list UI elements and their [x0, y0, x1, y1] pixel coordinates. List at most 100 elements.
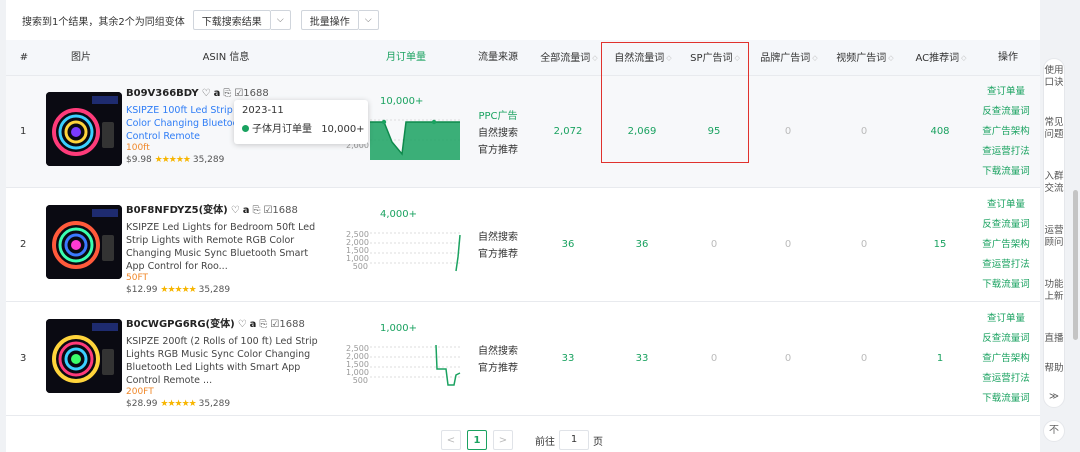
product-title: KSIPZE Led Lights for Bedroom 50ft Led S… — [126, 222, 316, 272]
copy-icon[interactable]: ⎘ — [223, 88, 231, 99]
heart-icon[interactable]: ♡ — [231, 205, 240, 216]
col-ac-keywords[interactable]: AC推荐词 ◇ — [908, 40, 974, 76]
ac-keywords-count[interactable]: 408 — [910, 126, 970, 137]
order-trend-sparkline — [370, 232, 462, 272]
sidebar-item-help[interactable]: 帮助 — [1044, 363, 1064, 375]
all-keywords-count[interactable]: 33 — [538, 353, 598, 364]
ad-structure-link[interactable]: 查广告架构 — [976, 349, 1036, 369]
next-page-button[interactable]: > — [493, 430, 513, 450]
review-count: 35,289 — [198, 399, 231, 409]
check-orders-link[interactable]: 查订单量 — [976, 82, 1036, 102]
sort-icon[interactable]: ◇ — [961, 40, 966, 76]
ac-keywords-count[interactable]: 1 — [910, 353, 970, 364]
download-keywords-link[interactable]: 下载流量词 — [976, 275, 1036, 295]
sort-icon[interactable]: ◇ — [592, 40, 597, 76]
col-organic-keywords-label: 自然流量词 — [614, 53, 665, 64]
row-actions: 查订单量 反查流量词 查广告架构 查运营打法 下载流量词 — [976, 82, 1036, 182]
sort-icon[interactable]: ◇ — [735, 40, 740, 76]
traffic-source-official: 官方推荐 — [478, 145, 518, 156]
organic-keywords-count[interactable]: 36 — [612, 239, 672, 250]
copy-icon[interactable]: ⎘ — [252, 205, 260, 216]
sort-icon[interactable]: ◇ — [888, 40, 893, 76]
col-sp-keywords[interactable]: SP广告词 ◇ — [682, 40, 748, 76]
collapse-icon[interactable]: ≫ — [1044, 391, 1064, 403]
download-keywords-link[interactable]: 下载流量词 — [976, 389, 1036, 409]
all-keywords-count[interactable]: 36 — [538, 239, 598, 250]
col-all-keywords[interactable]: 全部流量词 ◇ — [534, 40, 604, 76]
pagination: < 1 > 前往 1 页 — [441, 430, 603, 450]
product-image[interactable] — [46, 319, 122, 393]
order-trend-chart[interactable]: 1,000+ 2,500 2,000 1,500 1,000 500 — [336, 323, 466, 403]
col-organic-keywords[interactable]: 自然流量词 ◇ — [608, 40, 678, 76]
brand-keywords-count: 0 — [784, 126, 792, 137]
operation-strategy-link[interactable]: 查运营打法 — [976, 255, 1036, 275]
series-dot-icon — [242, 125, 249, 132]
heart-icon[interactable]: ♡ — [238, 319, 247, 330]
prev-page-button[interactable]: < — [441, 430, 461, 450]
asin-id[interactable]: B0CWGPG6RG(变体) ♡ a ⎘ ☑1688 — [126, 315, 326, 330]
sort-icon[interactable]: ◇ — [812, 40, 817, 76]
download-keywords-link[interactable]: 下载流量词 — [976, 162, 1036, 182]
back-to-top-icon[interactable]: 不 — [1043, 420, 1065, 442]
ad-structure-link[interactable]: 查广告架构 — [976, 235, 1036, 255]
link-1688-icon[interactable]: ☑1688 — [234, 88, 268, 99]
chart-tooltip: 2023-11 子体月订单量 10,000+ — [234, 100, 368, 144]
sidebar-item-new-features[interactable]: 功能上新 — [1044, 279, 1064, 303]
row-actions: 查订单量 反查流量词 查广告架构 查运营打法 下载流量词 — [976, 309, 1036, 409]
product-image[interactable] — [46, 205, 122, 279]
sp-keywords-count[interactable]: 95 — [684, 126, 744, 137]
col-image: 图片 — [71, 52, 91, 63]
batch-dropdown-caret[interactable]: ⌵ — [358, 10, 379, 30]
amazon-icon[interactable]: a — [243, 205, 250, 216]
sidebar-item-join-group[interactable]: 入群交流 — [1044, 171, 1064, 195]
col-brand-keywords[interactable]: 品牌广告词 ◇ — [756, 40, 822, 76]
traffic-source-list: 自然搜索 官方推荐 — [458, 229, 538, 263]
price: $9.98 — [126, 155, 152, 165]
asin-id[interactable]: B0F8NFDYZ5(变体) ♡ a ⎘ ☑1688 — [126, 201, 326, 216]
order-trend-sparkline — [370, 119, 462, 160]
copy-icon[interactable]: ⎘ — [259, 319, 267, 330]
all-keywords-count[interactable]: 2,072 — [538, 126, 598, 137]
reverse-keywords-link[interactable]: 反查流量词 — [976, 215, 1036, 235]
sort-icon[interactable]: ◇ — [666, 40, 671, 76]
page-1-button[interactable]: 1 — [467, 430, 487, 450]
sidebar-item-consultant[interactable]: 运营顾问 — [1044, 225, 1064, 249]
table-row: 1 B09V366BDY ♡ a ⎘ ☑1688 KSIPZE 100ft Led St… — [6, 76, 1040, 188]
link-1688-icon[interactable]: ☑1688 — [270, 319, 304, 330]
chart-tick: 500 — [352, 262, 368, 271]
ad-structure-link[interactable]: 查广告架构 — [976, 122, 1036, 142]
video-keywords-count: 0 — [860, 126, 868, 137]
table-row: 2 B0F8NFDYZ5(变体) ♡ a ⎘ ☑1688 KSIPZE Led Ligh… — [6, 189, 1040, 302]
col-actions: 操作 — [998, 52, 1018, 63]
col-video-keywords[interactable]: 视频广告词 ◇ — [832, 40, 898, 76]
reverse-keywords-link[interactable]: 反查流量词 — [976, 329, 1036, 349]
sidebar-item-faq[interactable]: 常见问题 — [1044, 117, 1064, 141]
chart-ticks: 2,500 2,000 1,500 1,000 500 — [346, 345, 369, 385]
operation-strategy-link[interactable]: 查运营打法 — [976, 369, 1036, 389]
sidebar-item-usage-tips[interactable]: 使用口诀 — [1044, 65, 1064, 89]
amazon-icon[interactable]: a — [214, 88, 221, 99]
batch-operation-button[interactable]: 批量操作 — [300, 10, 359, 30]
scrollbar[interactable] — [1073, 190, 1078, 340]
goto-label: 前往 — [535, 436, 555, 448]
price: $12.99 — [126, 285, 158, 295]
organic-keywords-count[interactable]: 33 — [612, 353, 672, 364]
amazon-icon[interactable]: a — [250, 319, 257, 330]
order-trend-chart[interactable]: 4,000+ 2,500 2,000 1,500 1,000 500 — [336, 209, 466, 289]
goto-page-input[interactable]: 1 — [559, 430, 589, 450]
link-1688-icon[interactable]: ☑1688 — [263, 205, 297, 216]
col-monthly-orders[interactable]: 月订单量 — [371, 40, 441, 76]
heart-icon[interactable]: ♡ — [202, 88, 211, 99]
asin-id[interactable]: B09V366BDY ♡ a ⎘ ☑1688 — [126, 88, 326, 99]
download-results-button[interactable]: 下载搜索结果 — [192, 10, 271, 30]
organic-keywords-count[interactable]: 2,069 — [612, 126, 672, 137]
ac-keywords-count[interactable]: 15 — [910, 239, 970, 250]
operation-strategy-link[interactable]: 查运营打法 — [976, 142, 1036, 162]
check-orders-link[interactable]: 查订单量 — [976, 195, 1036, 215]
reverse-keywords-link[interactable]: 反查流量词 — [976, 102, 1036, 122]
check-orders-link[interactable]: 查订单量 — [976, 309, 1036, 329]
download-dropdown-caret[interactable]: ⌵ — [270, 10, 291, 30]
sidebar-item-live[interactable]: 直播 — [1044, 333, 1064, 345]
product-image[interactable] — [46, 92, 122, 166]
led-strip-product-icon — [46, 92, 122, 166]
